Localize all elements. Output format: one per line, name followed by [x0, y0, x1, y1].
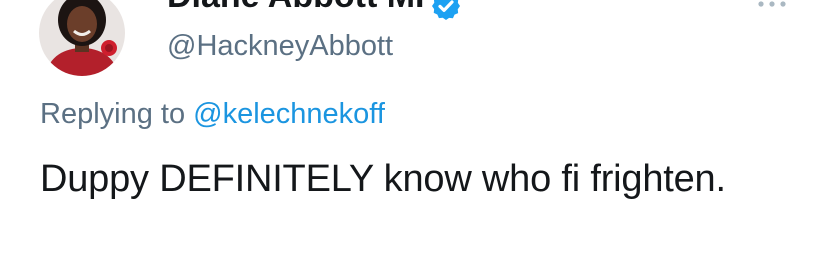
- verified-badge-icon: [432, 0, 460, 20]
- author-display-name[interactable]: Diane Abbott MP: [167, 0, 438, 16]
- avatar-image: [39, 0, 125, 76]
- avatar[interactable]: [39, 0, 125, 76]
- replying-to-label: Replying to: [40, 98, 186, 130]
- tweet-text: Duppy DEFINITELY know who fi frighten.: [40, 158, 726, 200]
- tweet-card[interactable]: Diane Abbott MP @HackneyAbbott Replying …: [0, 0, 827, 275]
- reply-mention-link[interactable]: @kelechnekoff: [193, 98, 385, 130]
- replying-to: Replying to @kelechnekoff: [40, 96, 385, 132]
- more-options-icon[interactable]: [752, 0, 792, 16]
- author-handle[interactable]: @HackneyAbbott: [167, 28, 393, 64]
